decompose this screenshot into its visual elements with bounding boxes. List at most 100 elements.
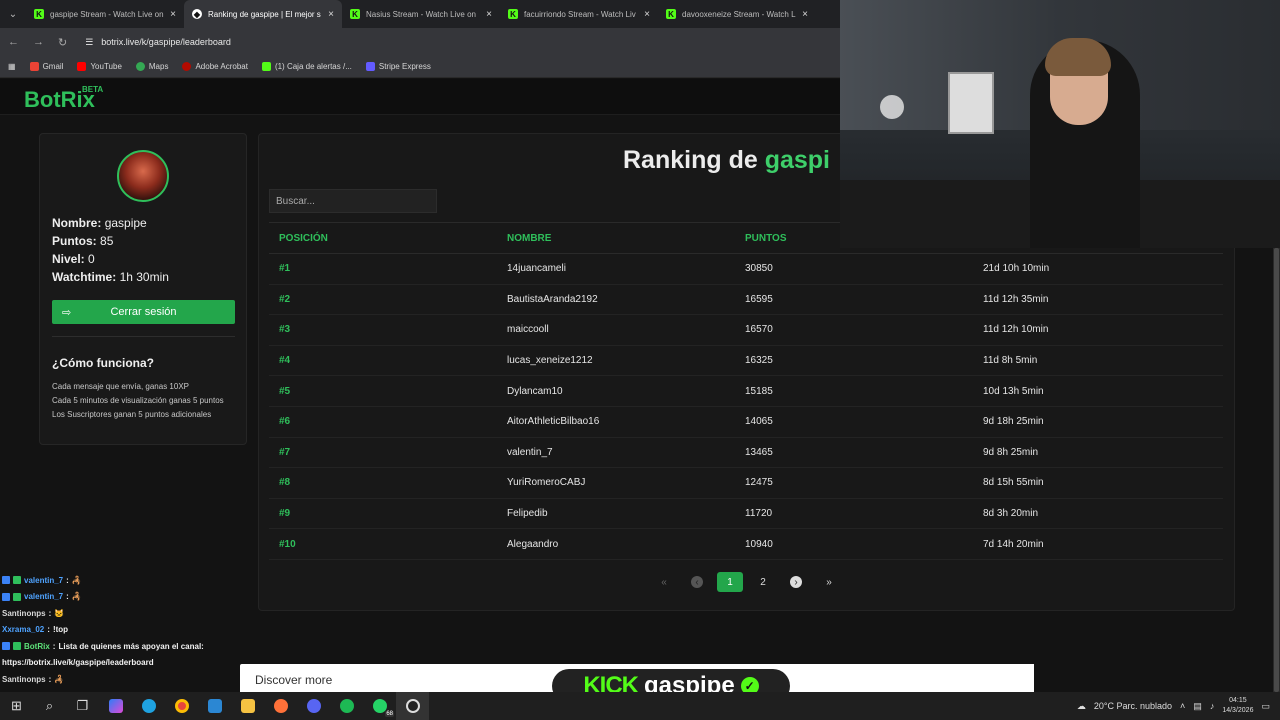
kick-icon: K [508, 9, 518, 19]
chrome-icon[interactable] [165, 692, 198, 720]
tab-title: Nasius Stream - Watch Live on [366, 9, 476, 19]
how-line: Los Suscriptores ganan 5 puntos adiciona… [52, 410, 212, 419]
firefox-icon[interactable] [264, 692, 297, 720]
rank-cell: #3 [279, 324, 291, 336]
bookmark-youtube[interactable]: YouTube [77, 62, 122, 71]
points-cell: 16595 [745, 293, 773, 305]
tab-title: davooxeneize Stream - Watch L [682, 9, 796, 19]
search-input[interactable] [269, 189, 437, 213]
page-1-button[interactable]: 1 [717, 572, 743, 592]
copilot-icon[interactable] [99, 692, 132, 720]
whatsapp-icon[interactable]: 68 [363, 692, 396, 720]
search-icon[interactable]: ⌕ [33, 692, 66, 720]
watchtime-cell: 9d 18h 25min [983, 416, 1044, 428]
watchtime-cell: 11d 12h 10min [983, 324, 1049, 336]
profile-card: Nombre: gaspipe Puntos: 85 Nivel: 0 Watc… [39, 133, 247, 445]
header-name[interactable]: NOMBRE [507, 233, 745, 244]
profile-watchtime: Watchtime: 1h 30min [52, 270, 169, 284]
back-icon[interactable]: ← [8, 36, 19, 48]
watchtime-cell: 8d 15h 55min [983, 477, 1044, 489]
stripe-icon [365, 62, 375, 71]
chevron-up-icon[interactable]: ˄ [1180, 701, 1185, 711]
points-cell: 13465 [745, 446, 773, 458]
header-position[interactable]: POSICIÓN [269, 233, 507, 244]
how-it-works-title: ¿Cómo funciona? [52, 356, 154, 370]
close-tab-icon[interactable]: × [802, 9, 808, 20]
how-line: Cada 5 minutos de visualización ganas 5 … [52, 396, 224, 405]
bookmark-alerts[interactable]: (1) Caja de alertas /... [261, 62, 352, 71]
task-view-icon[interactable]: ❐ [66, 692, 99, 720]
file-explorer-icon[interactable] [231, 692, 264, 720]
url-field[interactable]: ☰ botrix.live/k/gaspipe/leaderboard [85, 37, 231, 48]
rank-cell: #4 [279, 355, 291, 367]
name-cell: maiccooll [507, 324, 549, 336]
first-page-button[interactable]: « [651, 572, 677, 592]
tab-title: gaspipe Stream - Watch Live on [50, 9, 164, 19]
network-icon[interactable]: ▤ [1193, 701, 1202, 712]
system-tray: ☁ 20°C Parc. nublado ˄ ▤ ♪ 04:15 14/3/202… [1077, 692, 1280, 720]
botrix-logo[interactable]: BotRix BETA [24, 85, 103, 113]
tab-4[interactable]: Kdavooxeneize Stream - Watch L × [658, 0, 816, 28]
bookmark-label: Maps [148, 62, 169, 71]
close-tab-icon[interactable]: × [328, 9, 334, 20]
watchtime-cell: 10d 13h 5min [983, 385, 1044, 397]
clock[interactable]: 04:15 14/3/2026 [1222, 696, 1253, 716]
apps-icon[interactable]: ▦ [8, 62, 16, 71]
close-tab-icon[interactable]: × [486, 9, 492, 20]
windows-start-icon[interactable]: ⊞ [0, 692, 33, 720]
name-cell: AitorAthleticBilbao16 [507, 416, 600, 428]
tab-0[interactable]: Kgaspipe Stream - Watch Live on × [26, 0, 184, 28]
page-2-button[interactable]: 2 [750, 572, 776, 592]
tab-3[interactable]: Kfacuirriondo Stream - Watch Liv × [500, 0, 658, 28]
chat-message: Xxrama_02: !top [2, 625, 69, 635]
kick-icon: K [666, 9, 676, 19]
volume-icon[interactable]: ♪ [1210, 701, 1215, 711]
spotify-icon[interactable] [330, 692, 363, 720]
notifications-icon[interactable]: ▭ [1261, 701, 1270, 712]
tab-search-icon[interactable]: ⌄ [0, 0, 26, 28]
last-page-button[interactable]: » [816, 572, 842, 592]
chevron-left-icon: ‹ [691, 576, 703, 588]
close-tab-icon[interactable]: × [644, 9, 650, 20]
points-cell: 30850 [745, 263, 773, 275]
bookmark-maps[interactable]: Maps [135, 62, 169, 71]
table-row: #7 valentin_7 13465 9d 8h 25min [269, 438, 1223, 469]
store-icon[interactable] [198, 692, 231, 720]
watchtime-cell: 21d 10h 10min [983, 263, 1050, 275]
pagination: « ‹ 1 2 › » [651, 572, 842, 592]
table-row: #6 AitorAthleticBilbao16 14065 9d 18h 25min [269, 407, 1223, 438]
cam-lamp [880, 95, 904, 119]
rank-cell: #8 [279, 477, 291, 489]
logout-button[interactable]: ⇨ Cerrar sesión [52, 300, 235, 324]
next-page-button[interactable]: › [783, 572, 809, 592]
reload-icon[interactable]: ↻ [58, 36, 67, 49]
rank-cell: #10 [279, 538, 296, 550]
discord-icon[interactable] [297, 692, 330, 720]
scrollbar-thumb[interactable] [1274, 248, 1279, 692]
forward-icon[interactable]: → [33, 36, 44, 48]
weather-text[interactable]: 20°C Parc. nublado [1094, 701, 1172, 711]
bookmark-adobe[interactable]: Adobe Acrobat [182, 62, 248, 71]
bookmark-stripe[interactable]: Stripe Express [365, 62, 431, 71]
page-title: Ranking de gaspi [623, 146, 830, 174]
points-cell: 16570 [745, 324, 773, 336]
bookmark-gmail[interactable]: Gmail [29, 62, 63, 71]
close-tab-icon[interactable]: × [170, 9, 176, 20]
adobe-icon [182, 62, 192, 71]
profile-name: Nombre: gaspipe [52, 216, 147, 230]
profile-level: Nivel: 0 [52, 252, 95, 266]
botrix-icon: ◆ [192, 9, 202, 19]
name-cell: YuriRomeroCABJ [507, 477, 586, 489]
obs-icon[interactable] [396, 692, 429, 720]
prev-page-button[interactable]: ‹ [684, 572, 710, 592]
whatsapp-badge: 68 [385, 711, 394, 717]
rank-cell: #1 [279, 263, 291, 275]
page-scrollbar[interactable] [1273, 248, 1280, 692]
site-info-icon[interactable]: ☰ [85, 37, 93, 48]
table-row: #1 14juancameli 30850 21d 10h 10min [269, 254, 1223, 285]
tab-1[interactable]: ◆ Ranking de gaspipe | El mejor s × [184, 0, 342, 28]
edge-icon[interactable] [132, 692, 165, 720]
tab-2[interactable]: K Nasius Stream - Watch Live on × [342, 0, 500, 28]
name-cell: Alegaandro [507, 538, 559, 550]
bookmark-label: YouTube [90, 62, 122, 71]
